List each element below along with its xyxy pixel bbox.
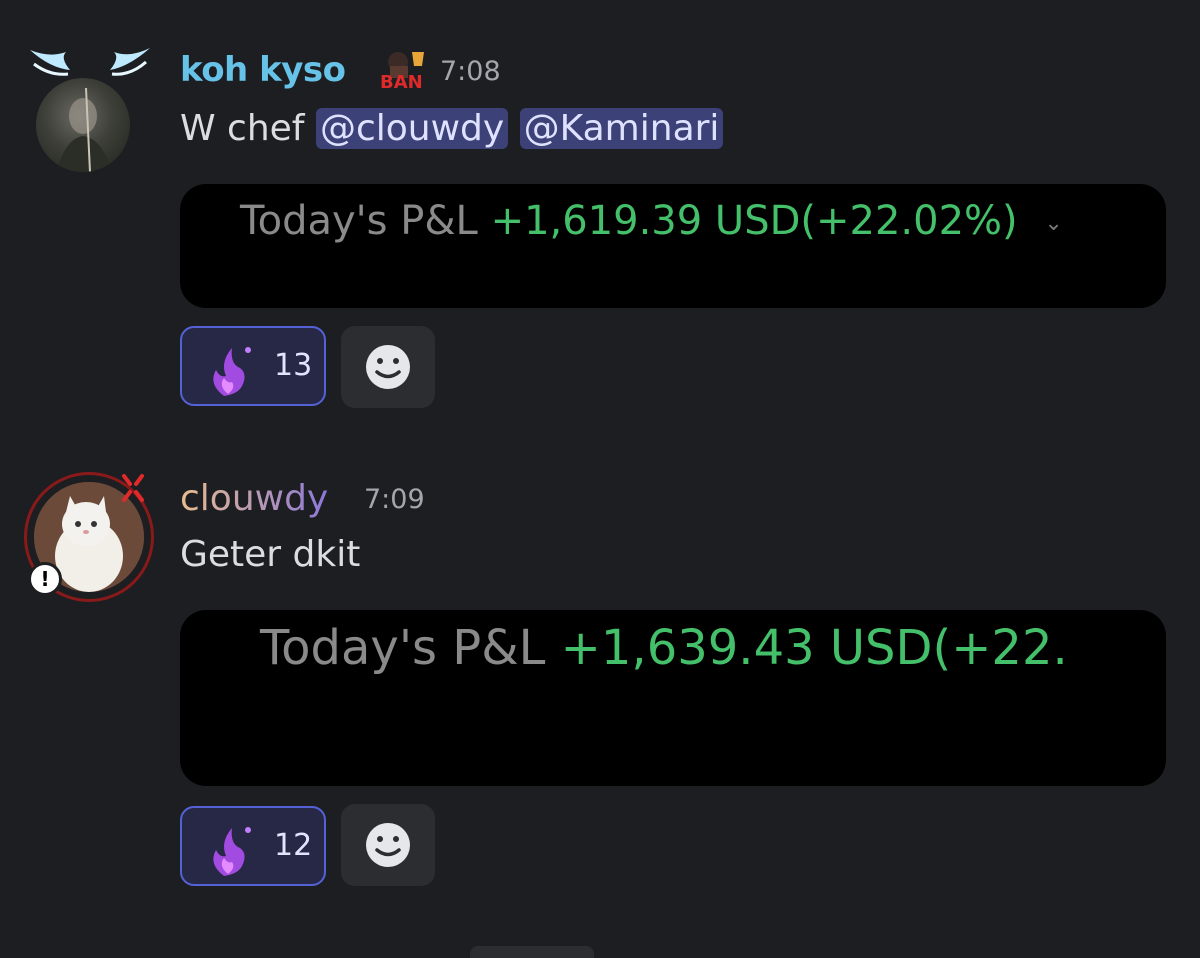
- pnl-embed[interactable]: Today's P&L +1,619.39 USD(+22.02%) ⌄: [180, 184, 1166, 308]
- mention-kaminari[interactable]: @Kaminari: [519, 108, 724, 149]
- smiley-add-reaction-icon: [366, 823, 410, 867]
- smiley-add-reaction-icon: [366, 345, 410, 389]
- avatar: [36, 78, 130, 172]
- message-koh-kyso: koh kyso BAN 7:08 W chef @clouwdy @Kamin…: [0, 0, 1200, 440]
- avatar-decoration[interactable]: !: [24, 470, 164, 610]
- pnl-value: +1,619.39 USD(+22.02%): [490, 198, 1018, 244]
- pnl-value: +1,639.43 USD(+22.: [560, 620, 1068, 676]
- ban-badge-label: BAN: [380, 72, 423, 93]
- ban-badge-icon[interactable]: BAN: [378, 46, 430, 94]
- partial-next-element: [470, 946, 594, 958]
- pnl-label: Today's P&L: [260, 620, 546, 676]
- purple-flame-emoji: [213, 347, 251, 396]
- reaction-count: 12: [274, 828, 313, 863]
- message-text: W chef @clouwdy @Kaminari: [180, 108, 724, 149]
- chevron-down-icon: ⌄: [1044, 210, 1063, 236]
- message-text-prefix: W chef: [180, 108, 305, 149]
- add-reaction-button[interactable]: [341, 804, 435, 886]
- pnl-embed[interactable]: Today's P&L +1,639.43 USD(+22.: [180, 610, 1166, 786]
- username[interactable]: koh kyso: [180, 50, 346, 90]
- reaction-count: 13: [274, 348, 313, 383]
- timestamp: 7:09: [364, 484, 425, 515]
- timestamp: 7:08: [440, 56, 501, 87]
- alert-status-icon: !: [28, 562, 62, 596]
- message-clouwdy: ! clouwdy 7:09 Geter dkit Today's P&L +1…: [0, 440, 1200, 910]
- anger-icon: [122, 474, 144, 502]
- reaction-flame[interactable]: 13: [180, 326, 326, 406]
- reaction-flame[interactable]: 12: [180, 806, 326, 886]
- message-text: Geter dkit: [180, 534, 361, 575]
- add-reaction-button[interactable]: [341, 326, 435, 408]
- purple-flame-emoji: [213, 827, 251, 876]
- avatar-decoration[interactable]: [20, 38, 160, 172]
- username[interactable]: clouwdy: [180, 478, 328, 519]
- avatar-image: [56, 87, 112, 172]
- mention-clouwdy[interactable]: @clouwdy: [315, 108, 509, 149]
- pnl-row: Today's P&L +1,639.43 USD(+22.: [260, 620, 1068, 676]
- pnl-row: Today's P&L +1,619.39 USD(+22.02%) ⌄: [240, 198, 1063, 244]
- pnl-label: Today's P&L: [240, 198, 478, 244]
